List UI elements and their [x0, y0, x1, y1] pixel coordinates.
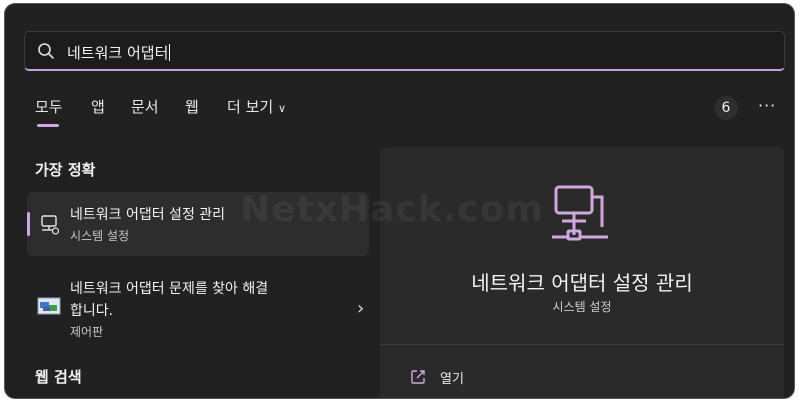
open-external-icon [411, 370, 425, 384]
web-search-heading: 웹 검색 [35, 368, 82, 386]
preview-title: 네트워크 어댑터 설정 관리 [471, 271, 693, 295]
tab-all[interactable]: 모두 [35, 96, 63, 127]
control-panel-icon [37, 297, 61, 315]
rewards-badge[interactable]: 6 [714, 96, 738, 120]
result-subtitle: 시스템 설정 [70, 229, 130, 243]
result-title-line2: 합니다. [70, 303, 114, 319]
best-match-heading: 가장 정확 [35, 161, 96, 179]
more-options-icon[interactable]: ··· [758, 96, 776, 115]
preview-pane: 네트워크 어댑터 설정 관리 시스템 설정 열기 [380, 147, 784, 398]
result-subtitle: 제어판 [70, 325, 104, 339]
result-title-line1: 네트워크 어댑터 문제를 찾아 해결 [70, 281, 269, 297]
chevron-down-icon: ∨ [277, 102, 287, 115]
tab-more[interactable]: 더 보기 ∨ [227, 96, 286, 117]
tab-more-label: 더 보기 [227, 98, 274, 116]
open-label: 열기 [440, 372, 464, 387]
chevron-right-icon[interactable]: › [357, 298, 364, 319]
divider [380, 344, 784, 345]
tab-apps[interactable]: 앱 [91, 96, 105, 117]
preview-subtitle: 시스템 설정 [552, 300, 612, 314]
search-input[interactable]: 네트워크 어댑터 [67, 42, 171, 63]
watermark: NetxHack.com [240, 189, 544, 230]
search-box[interactable]: 네트워크 어댑터 [24, 31, 785, 71]
text-caret [169, 44, 171, 61]
search-panel: 네트워크 어댑터 모두 앱 문서 웹 더 보기 ∨ 6 ··· 가장 정확 네트… [5, 4, 794, 398]
tab-web[interactable]: 웹 [185, 96, 199, 117]
result-title: 네트워크 어댑터 설정 관리 [70, 207, 226, 223]
search-icon [38, 43, 54, 59]
tab-documents[interactable]: 문서 [131, 96, 159, 117]
network-settings-icon [41, 215, 60, 235]
selection-indicator [27, 212, 30, 236]
network-computer-icon [552, 185, 608, 241]
troubleshoot-result[interactable]: 네트워크 어댑터 문제를 찾아 해결 합니다. 제어판 › [27, 272, 369, 346]
